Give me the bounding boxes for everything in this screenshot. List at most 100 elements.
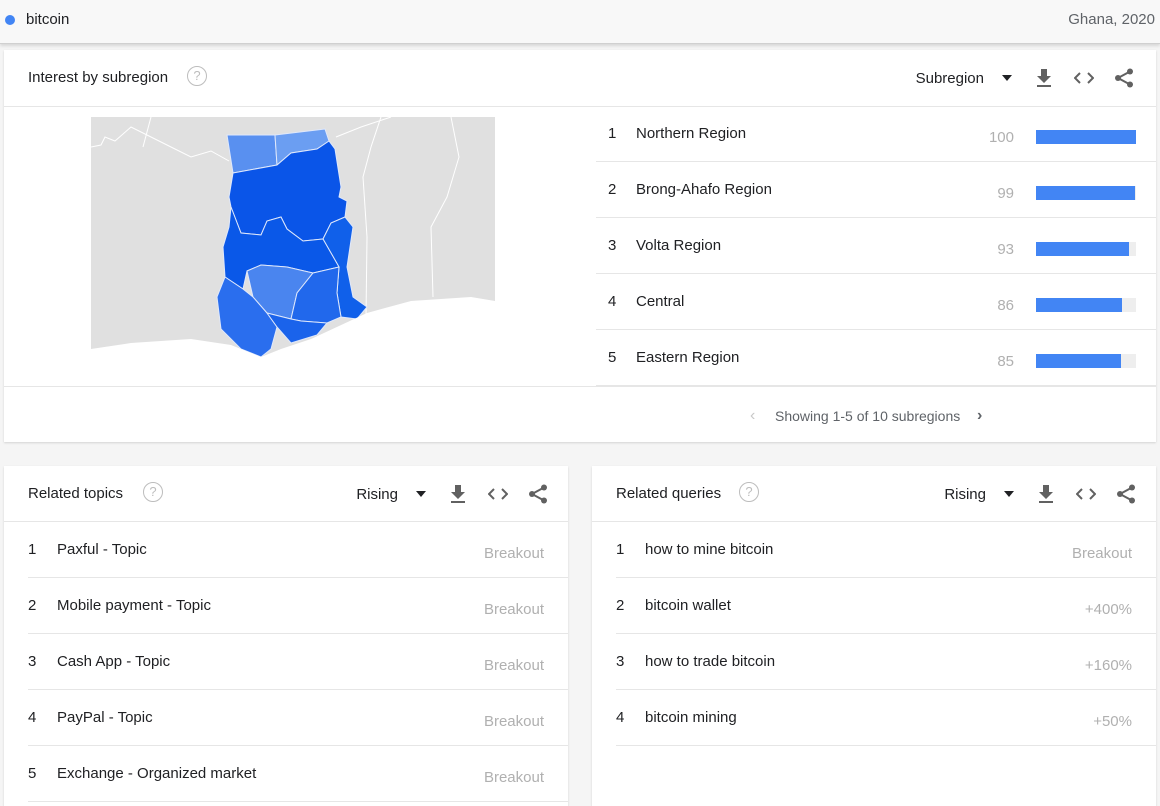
help-icon[interactable]: ? [187, 66, 207, 86]
chevron-left-icon[interactable]: ‹ [750, 407, 755, 425]
download-icon [1037, 69, 1051, 87]
interest-bar-fill [1036, 130, 1136, 144]
subregion-name[interactable]: Volta Region [636, 237, 721, 254]
topics-filter-select[interactable]: Rising [356, 486, 426, 503]
row-rank: 1 [608, 125, 617, 142]
query-row[interactable]: 4 bitcoin mining +50% [616, 690, 1156, 746]
topics-filter-label: Rising [356, 485, 398, 503]
card-header: Related queries ? Rising [592, 466, 1156, 522]
row-rank: 3 [608, 237, 617, 254]
embed-icon [1074, 72, 1094, 84]
subregion-name[interactable]: Eastern Region [636, 349, 739, 366]
share-icon [1117, 484, 1135, 504]
share-button[interactable] [1104, 64, 1144, 92]
embed-button[interactable] [478, 480, 518, 508]
card-title: Related topics [28, 485, 124, 502]
download-button[interactable] [1024, 64, 1064, 92]
help-icon[interactable]: ? [143, 482, 163, 502]
chevron-right-icon[interactable]: › [977, 407, 982, 425]
subregion-row[interactable]: 4 Central 86 [596, 274, 1156, 330]
row-rank: 4 [28, 709, 37, 726]
share-icon [529, 484, 547, 504]
row-rank: 1 [616, 541, 625, 558]
topic-name[interactable]: Paxful - Topic [57, 541, 147, 558]
rise-value: Breakout [483, 601, 544, 618]
related-topics-list: 1 Paxful - Topic Breakout 2 Mobile payment -… [28, 522, 568, 802]
card-header: Related topics ? Rising [4, 466, 568, 522]
card-title: Related queries [616, 485, 722, 502]
rise-value: Breakout [483, 713, 544, 730]
query-row[interactable]: 1 how to mine bitcoin Breakout [616, 522, 1156, 578]
share-button[interactable] [518, 480, 558, 508]
topic-name[interactable]: Exchange - Organized market [57, 765, 256, 782]
subregion-row[interactable]: 1 Northern Region 100 [596, 106, 1156, 162]
query-name[interactable]: how to trade bitcoin [645, 653, 775, 670]
subregion-name[interactable]: Brong-Ahafo Region [636, 181, 772, 198]
topic-name[interactable]: Mobile payment - Topic [57, 597, 211, 614]
card-controls: Rising [356, 480, 558, 508]
subregion-row[interactable]: 3 Volta Region 93 [596, 218, 1156, 274]
ghana-region-map[interactable] [91, 117, 495, 357]
topic-name[interactable]: PayPal - Topic [57, 709, 153, 726]
query-name[interactable]: how to mine bitcoin [645, 541, 773, 558]
caret-down-icon [1004, 491, 1014, 497]
term-label: bitcoin [26, 11, 70, 28]
topic-row[interactable]: 2 Mobile payment - Topic Breakout [28, 578, 568, 634]
resolution-select[interactable]: Subregion [916, 70, 1012, 87]
search-term-bar: bitcoin Ghana, 2020 [0, 0, 1160, 44]
download-button[interactable] [438, 480, 478, 508]
rise-value: Breakout [483, 769, 544, 786]
interest-by-subregion-card: Interest by subregion ? Subregion 1 Nort… [4, 50, 1156, 442]
related-queries-card: Related queries ? Rising 1 how to mine bi… [592, 466, 1156, 806]
share-button[interactable] [1106, 480, 1146, 508]
subregion-name[interactable]: Northern Region [636, 125, 746, 142]
topic-row[interactable]: 5 Exchange - Organized market Breakout [28, 746, 568, 802]
row-rank: 4 [616, 709, 625, 726]
rise-value: Breakout [483, 657, 544, 674]
query-row[interactable]: 3 how to trade bitcoin +160% [616, 634, 1156, 690]
row-rank: 1 [28, 541, 37, 558]
subregion-name[interactable]: Central [636, 293, 684, 310]
topic-name[interactable]: Cash App - Topic [57, 653, 170, 670]
caret-down-icon [1002, 75, 1012, 81]
interest-bar-track [1036, 186, 1136, 200]
card-header: Interest by subregion ? Subregion [4, 50, 1156, 106]
interest-value: 85 [997, 353, 1014, 370]
interest-value: 93 [997, 241, 1014, 258]
row-rank: 4 [608, 293, 617, 310]
row-rank: 3 [616, 653, 625, 670]
resolution-select-label: Subregion [915, 69, 984, 87]
queries-filter-select[interactable]: Rising [944, 486, 1014, 503]
interest-bar-fill [1036, 298, 1122, 312]
interest-value: 100 [988, 129, 1014, 146]
topic-row[interactable]: 4 PayPal - Topic Breakout [28, 690, 568, 746]
query-name[interactable]: bitcoin wallet [645, 597, 731, 614]
row-rank: 3 [28, 653, 37, 670]
topic-row[interactable]: 1 Paxful - Topic Breakout [28, 522, 568, 578]
card-controls: Rising [944, 480, 1146, 508]
term-location-year: Ghana, 2020 [1068, 11, 1155, 28]
interest-value: 86 [997, 297, 1014, 314]
embed-button[interactable] [1066, 480, 1106, 508]
interest-value: 99 [997, 185, 1014, 202]
topic-row[interactable]: 3 Cash App - Topic Breakout [28, 634, 568, 690]
subregion-list: 1 Northern Region 100 2 Brong-Ahafo Region 99… [596, 106, 1156, 386]
rise-value: +160% [1084, 657, 1132, 674]
caret-down-icon [416, 491, 426, 497]
queries-filter-label: Rising [944, 485, 986, 503]
query-row[interactable]: 2 bitcoin wallet +400% [616, 578, 1156, 634]
subregion-row[interactable]: 5 Eastern Region 85 [596, 330, 1156, 386]
download-button[interactable] [1026, 480, 1066, 508]
term-color-dot [5, 15, 15, 25]
row-rank: 2 [616, 597, 625, 614]
related-topics-card: Related topics ? Rising 1 Paxful - Topic B… [4, 466, 568, 806]
interest-bar-track [1036, 298, 1136, 312]
embed-button[interactable] [1064, 64, 1104, 92]
interest-bar-track [1036, 130, 1136, 144]
query-name[interactable]: bitcoin mining [645, 709, 737, 726]
interest-bar-fill [1036, 186, 1135, 200]
card-title: Interest by subregion [28, 69, 169, 86]
subregion-row[interactable]: 2 Brong-Ahafo Region 99 [596, 162, 1156, 218]
help-icon[interactable]: ? [739, 482, 759, 502]
interest-bar-track [1036, 242, 1136, 256]
